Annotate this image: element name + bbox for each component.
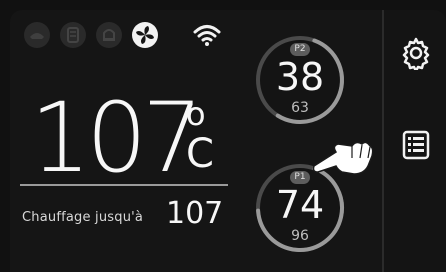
degree-symbol: o — [186, 95, 206, 133]
probe-p2-current: 38 — [275, 55, 325, 99]
probe-p1-current: 74 — [275, 183, 325, 227]
wifi-icon[interactable] — [192, 20, 222, 50]
fan-icon[interactable] — [130, 20, 160, 50]
temperature-unit: C — [186, 131, 214, 177]
heating-target-temperature: 107 — [166, 196, 224, 231]
probe-p2[interactable]: P2 38 63 — [254, 34, 346, 126]
separator — [20, 184, 228, 186]
menu-button[interactable] — [399, 128, 433, 162]
current-temperature: 107 — [30, 82, 203, 194]
gear-icon — [402, 37, 430, 70]
heating-label: Chauffage jusqu'à — [22, 210, 144, 225]
bell-icon[interactable] — [94, 20, 124, 50]
mode-icon[interactable] — [22, 20, 52, 50]
settings-button[interactable] — [399, 36, 433, 70]
list-icon — [402, 130, 430, 160]
pointer-hand-icon — [312, 130, 376, 178]
heater-icon[interactable] — [58, 20, 88, 50]
probe-p1-target: 96 — [291, 228, 309, 244]
probe-p2-target: 63 — [291, 100, 309, 116]
